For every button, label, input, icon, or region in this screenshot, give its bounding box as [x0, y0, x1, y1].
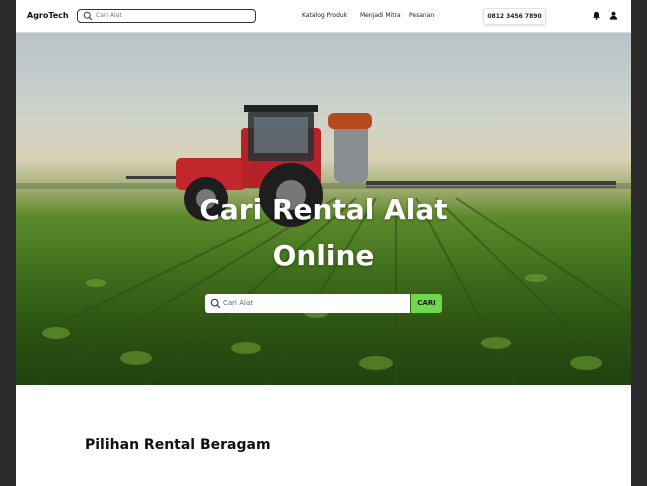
search-icon	[83, 11, 93, 21]
nav-menjadi-mitra[interactable]: Menjadi Mitra	[360, 12, 401, 19]
hero-search-button[interactable]: CARI	[411, 294, 442, 313]
section-title: Pilihan Rental Beragam	[85, 437, 271, 453]
page-frame: AgroTech Cari Alat Katalog Produk Menjad…	[16, 0, 631, 486]
hero-title-line2: Online	[272, 239, 375, 272]
header-search-input[interactable]: Cari Alat	[77, 9, 256, 23]
hero-search-placeholder: Cari Alat	[223, 299, 253, 307]
hero-banner: Cari Rental Alat Online Cari Alat CARI	[16, 33, 631, 385]
user-icon[interactable]	[609, 11, 618, 20]
header-search-placeholder: Cari Alat	[96, 12, 122, 19]
search-icon	[210, 298, 221, 309]
hero-search-input[interactable]: Cari Alat	[205, 294, 410, 313]
bell-icon[interactable]	[592, 11, 601, 20]
nav-pesanan[interactable]: Pesanan	[409, 12, 434, 19]
nav-katalog-produk[interactable]: Katalog Produk	[302, 12, 347, 19]
hero-title-line1: Cari Rental Alat	[199, 193, 448, 226]
logo[interactable]: AgroTech	[27, 11, 69, 20]
phone-button[interactable]: 0812 3456 7890	[483, 8, 546, 25]
top-header: AgroTech Cari Alat Katalog Produk Menjad…	[16, 0, 631, 33]
